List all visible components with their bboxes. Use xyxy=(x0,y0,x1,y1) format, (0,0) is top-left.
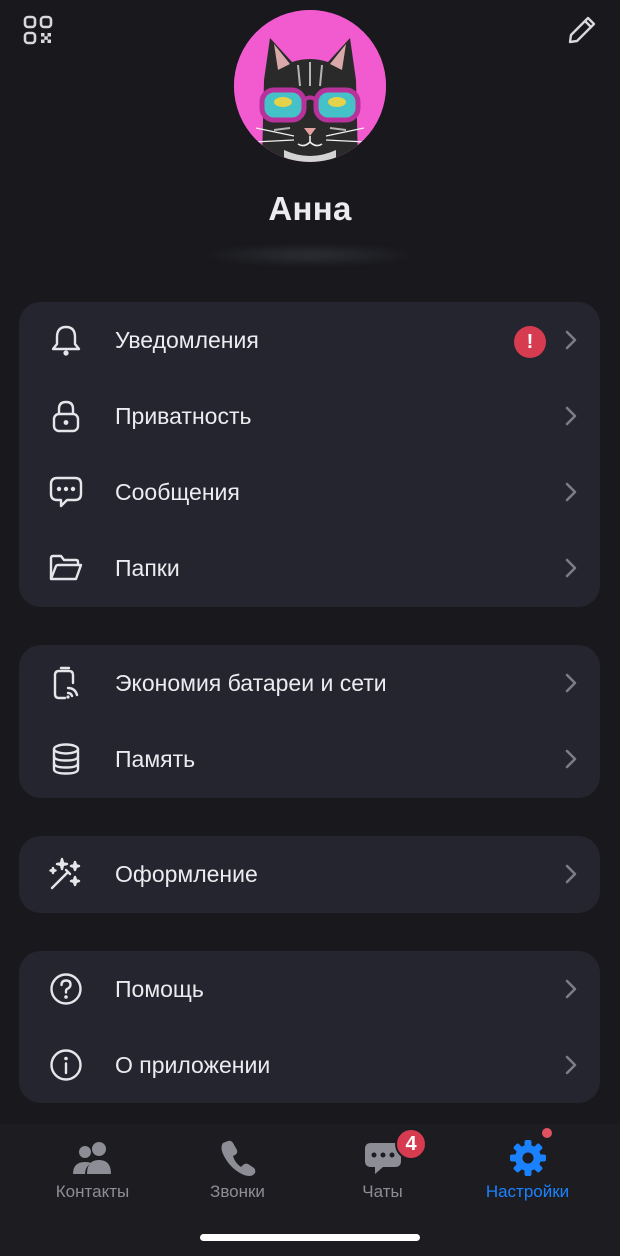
lock-icon xyxy=(48,398,84,434)
avatar[interactable] xyxy=(234,10,386,162)
info-circle-icon xyxy=(48,1047,84,1083)
chevron-right-icon xyxy=(565,406,577,426)
help-circle-icon xyxy=(48,971,84,1007)
tab-settings[interactable]: Настройки xyxy=(450,1124,605,1224)
database-icon xyxy=(48,741,84,777)
bell-icon xyxy=(48,322,84,358)
row-label: Помощь xyxy=(115,975,204,1002)
chevron-right-icon xyxy=(565,330,577,350)
settings-group-help: Помощь О приложении xyxy=(19,951,600,1103)
tab-calls[interactable]: Звонки xyxy=(160,1124,315,1224)
row-label: Сообщения xyxy=(115,478,240,505)
qr-code-icon xyxy=(23,15,53,45)
chat-bubble-icon xyxy=(48,474,84,510)
row-label: О приложении xyxy=(115,1051,271,1078)
tab-label: Контакты xyxy=(55,1182,130,1201)
settings-group-storage: Экономия батареи и сети Память xyxy=(19,645,600,798)
row-label: Приватность xyxy=(115,402,252,429)
contacts-icon xyxy=(71,1136,115,1180)
notification-dot xyxy=(542,1128,552,1138)
folder-icon xyxy=(48,550,84,586)
row-storage[interactable]: Память xyxy=(19,721,600,797)
row-privacy[interactable]: Приватность xyxy=(19,378,600,454)
settings-gear-icon xyxy=(506,1136,550,1180)
row-notifications[interactable]: Уведомления ! xyxy=(19,302,600,378)
row-help[interactable]: Помощь xyxy=(19,951,600,1027)
home-indicator xyxy=(200,1234,420,1241)
chevron-right-icon xyxy=(565,979,577,999)
chevron-right-icon xyxy=(565,482,577,502)
qr-code-button[interactable] xyxy=(20,12,56,48)
row-messages[interactable]: Сообщения xyxy=(19,454,600,530)
chevron-right-icon xyxy=(565,1055,577,1075)
chevron-right-icon xyxy=(565,558,577,578)
row-about[interactable]: О приложении xyxy=(19,1027,600,1103)
row-battery-network[interactable]: Экономия батареи и сети xyxy=(19,645,600,721)
chevron-right-icon xyxy=(565,749,577,769)
phone-icon xyxy=(216,1136,260,1180)
profile-name: Анна xyxy=(268,190,352,227)
profile-subtitle-blurred xyxy=(200,244,420,266)
row-label: Уведомления xyxy=(115,326,259,353)
tab-label: Звонки xyxy=(210,1182,265,1201)
pencil-icon xyxy=(568,16,596,44)
tab-contacts[interactable]: Контакты xyxy=(15,1124,170,1224)
row-folders[interactable]: Папки xyxy=(19,530,600,606)
tab-label: Настройки xyxy=(485,1182,570,1201)
settings-group-main: Уведомления ! Приватность Сообщения Папк… xyxy=(19,302,600,607)
tab-label: Чаты xyxy=(362,1182,403,1201)
chevron-right-icon xyxy=(565,864,577,884)
magic-wand-icon xyxy=(48,856,84,892)
cat-avatar-image xyxy=(234,10,386,162)
chevron-right-icon xyxy=(565,673,577,693)
tab-chats[interactable]: 4 Чаты xyxy=(305,1124,460,1224)
alert-badge: ! xyxy=(514,326,546,358)
unread-count-badge: 4 xyxy=(395,1128,427,1160)
row-label: Оформление xyxy=(115,860,258,887)
battery-network-icon xyxy=(48,665,84,701)
row-label: Папки xyxy=(115,554,180,581)
settings-group-appearance: Оформление xyxy=(19,836,600,913)
edit-profile-button[interactable] xyxy=(564,12,600,48)
row-label: Память xyxy=(115,745,196,772)
row-appearance[interactable]: Оформление xyxy=(19,836,600,912)
row-label: Экономия батареи и сети xyxy=(115,669,387,696)
